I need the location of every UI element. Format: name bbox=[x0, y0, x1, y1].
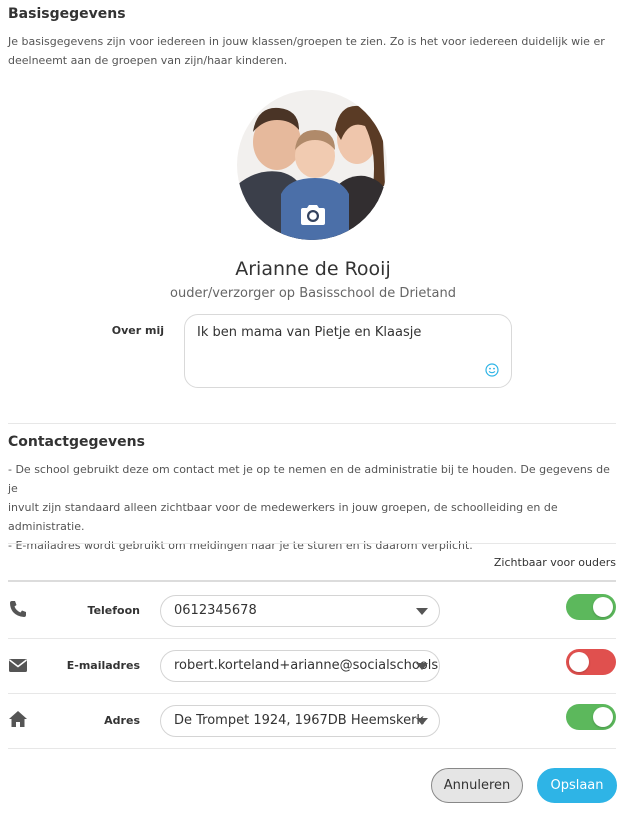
chevron-down-icon bbox=[416, 718, 428, 725]
contact-note-line: - De school gebruikt deze om contact met… bbox=[8, 463, 610, 495]
basis-intro-line: Je basisgegevens zijn voor iedereen in j… bbox=[8, 35, 605, 48]
divider bbox=[8, 748, 616, 749]
cancel-button[interactable]: Annuleren bbox=[431, 768, 523, 803]
envelope-icon bbox=[9, 659, 27, 672]
basis-title: Basisgegevens bbox=[8, 6, 126, 22]
chevron-down-icon bbox=[416, 663, 428, 670]
basis-intro-line: deelneemt aan de groepen van zijn/haar k… bbox=[8, 54, 288, 67]
email-label: E-mailadres bbox=[66, 659, 140, 672]
address-label: Adres bbox=[104, 714, 140, 727]
toggle-knob bbox=[593, 597, 613, 617]
email-select[interactable]: robert.korteland+arianne@socialschools.n… bbox=[160, 650, 440, 682]
address-visible-toggle[interactable] bbox=[566, 704, 616, 730]
email-visible-toggle[interactable] bbox=[566, 649, 616, 675]
home-icon bbox=[9, 711, 27, 727]
contact-title: Contactgegevens bbox=[8, 434, 145, 450]
toggle-knob bbox=[569, 652, 589, 672]
phone-select[interactable]: 0612345678 bbox=[160, 595, 440, 627]
about-textarea[interactable]: Ik ben mama van Pietje en Klaasje bbox=[184, 314, 512, 388]
toggle-knob bbox=[593, 707, 613, 727]
table-header-divider bbox=[8, 580, 616, 582]
email-value: robert.korteland+arianne@socialschools.n… bbox=[174, 658, 440, 673]
about-label: Over mij bbox=[111, 324, 164, 337]
address-value: De Trompet 1924, 1967DB Heemskerk bbox=[174, 713, 424, 728]
address-select[interactable]: De Trompet 1924, 1967DB Heemskerk bbox=[160, 705, 440, 737]
profile-photo[interactable] bbox=[237, 90, 387, 240]
save-button[interactable]: Opslaan bbox=[537, 768, 617, 803]
phone-label: Telefoon bbox=[87, 604, 140, 617]
contact-note-line: - E-mailadres wordt gebruikt om meldinge… bbox=[8, 539, 473, 552]
phone-icon bbox=[10, 601, 26, 617]
camera-icon[interactable] bbox=[299, 204, 327, 226]
divider bbox=[8, 693, 616, 694]
about-text: Ik ben mama van Pietje en Klaasje bbox=[197, 325, 422, 340]
user-role: ouder/verzorger op Basisschool de Drieta… bbox=[170, 286, 456, 301]
visible-for-parents-header: Zichtbaar voor ouders bbox=[493, 556, 616, 569]
phone-value: 0612345678 bbox=[174, 603, 257, 618]
divider bbox=[8, 638, 616, 639]
divider bbox=[8, 543, 616, 544]
user-name: Arianne de Rooij bbox=[235, 258, 391, 280]
contact-note-line: invult zijn standaard alleen zichtbaar v… bbox=[8, 501, 558, 514]
divider bbox=[8, 423, 616, 424]
chevron-down-icon bbox=[416, 608, 428, 615]
emoji-icon[interactable] bbox=[485, 363, 499, 377]
phone-visible-toggle[interactable] bbox=[566, 594, 616, 620]
basis-intro: Je basisgegevens zijn voor iedereen in j… bbox=[8, 32, 618, 70]
contact-note: - De school gebruikt deze om contact met… bbox=[8, 460, 618, 555]
contact-note-line: administratie. bbox=[8, 520, 85, 533]
